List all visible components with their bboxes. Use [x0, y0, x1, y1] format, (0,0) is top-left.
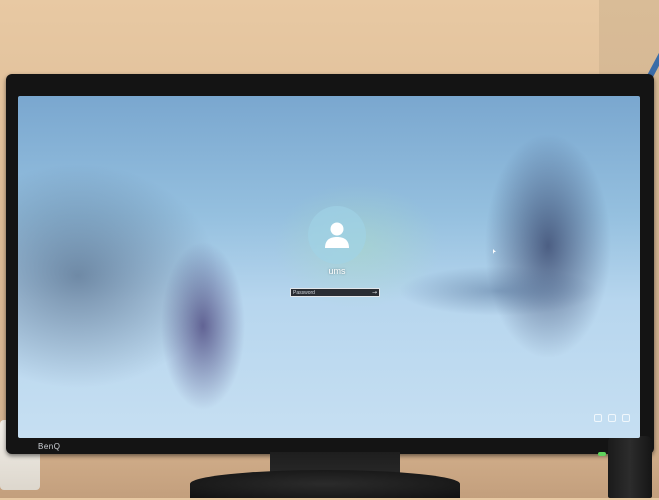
system-tray	[594, 414, 630, 422]
monitor-brand-logo: BenQ	[38, 442, 61, 451]
user-avatar	[308, 206, 366, 264]
username: ums	[328, 266, 346, 276]
power-led	[598, 452, 606, 456]
lock-screen: ums Password →	[18, 96, 640, 438]
background-blur	[398, 266, 598, 316]
network-icon[interactable]	[608, 414, 616, 422]
mug	[608, 436, 652, 498]
password-placeholder: Password	[293, 289, 315, 296]
password-input[interactable]: Password →	[290, 288, 380, 297]
mouse-cursor	[493, 249, 496, 254]
user-icon	[325, 222, 349, 248]
accessibility-icon[interactable]	[594, 414, 602, 422]
monitor-stand-base	[190, 470, 460, 498]
power-icon[interactable]	[622, 414, 630, 422]
arrow-right-icon[interactable]: →	[372, 289, 377, 296]
